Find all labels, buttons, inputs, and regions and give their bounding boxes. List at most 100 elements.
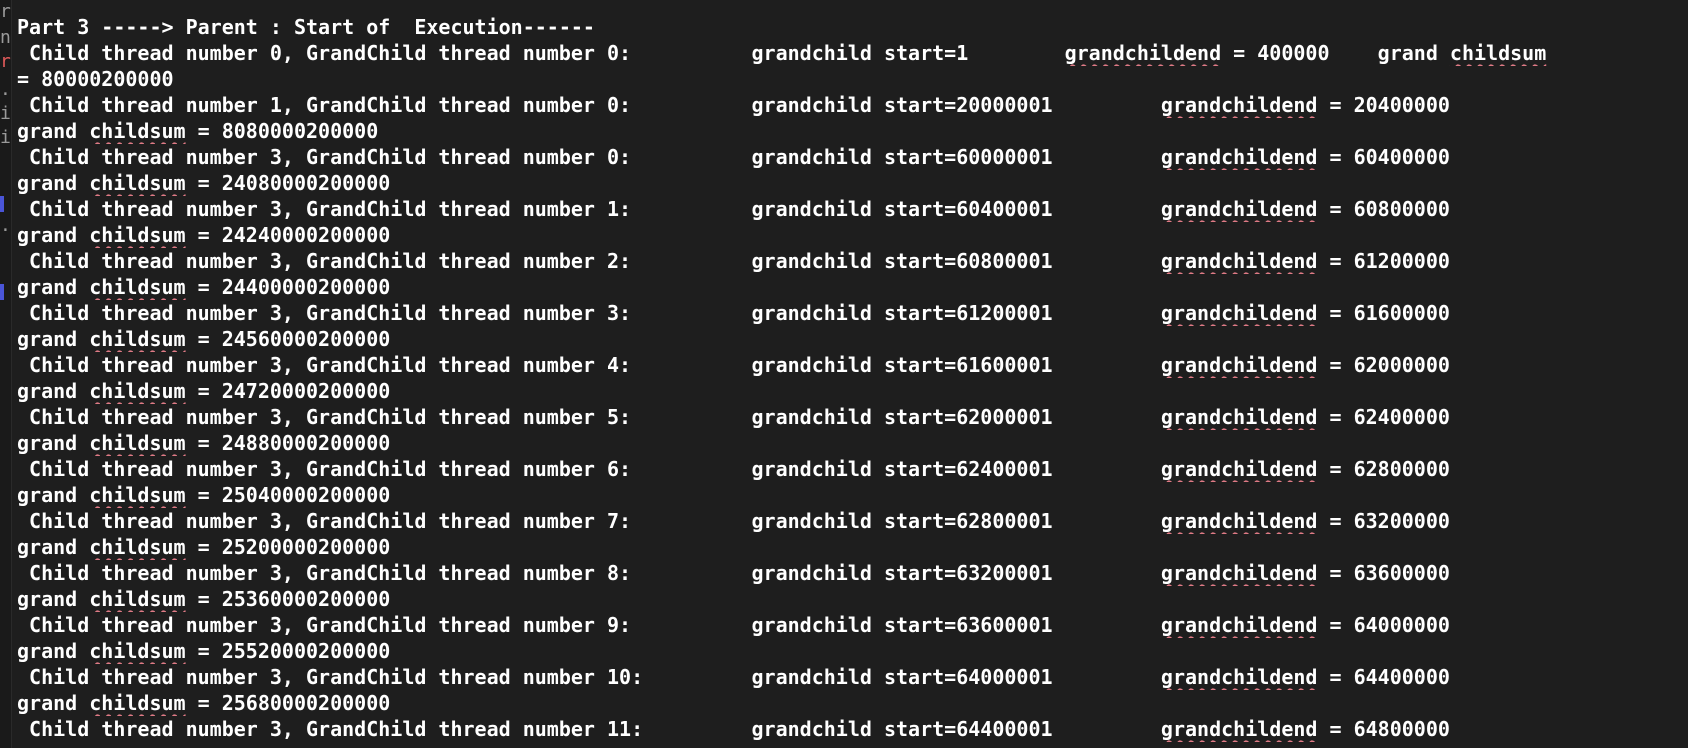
terminal-line: Child thread number 3, GrandChild thread… — [17, 404, 1682, 430]
terminal-line: Child thread number 3, GrandChild thread… — [17, 196, 1682, 222]
terminal-line: grand childsum = 25680000200000 — [17, 690, 1682, 716]
terminal-line: Child thread number 3, GrandChild thread… — [17, 664, 1682, 690]
gutter-glyph: i — [0, 104, 11, 124]
spellcheck-flagged-word: grandchildend — [1160, 197, 1318, 221]
terminal-text: Child thread number 3, GrandChild thread… — [17, 509, 1161, 533]
spellcheck-flagged-word: grandchildend — [1160, 249, 1318, 273]
terminal-line: Child thread number 3, GrandChild thread… — [17, 508, 1682, 534]
terminal-text: grand — [17, 431, 90, 455]
terminal-text: grand — [17, 223, 90, 247]
spellcheck-flagged-word: childsum — [89, 327, 186, 351]
terminal-line: Child thread number 3, GrandChild thread… — [17, 300, 1682, 326]
terminal-text: Child thread number 3, GrandChild thread… — [17, 665, 1161, 689]
terminal-text: = 24560000200000 — [185, 327, 391, 351]
terminal-line: grand childsum = 25520000200000 — [17, 638, 1682, 664]
terminal-text: Child thread number 3, GrandChild thread… — [17, 145, 1161, 169]
terminal-line: grand childsum = 24400000200000 — [17, 274, 1682, 300]
terminal-text: Child thread number 1, GrandChild thread… — [17, 93, 1161, 117]
spellcheck-flagged-word: grandchildend — [1160, 145, 1318, 169]
gutter-glyph: n — [0, 28, 11, 48]
terminal-text: grand — [17, 171, 90, 195]
terminal-text: = 20400000 — [1317, 93, 1450, 117]
terminal-text: grand — [17, 119, 90, 143]
spellcheck-flagged-word: grandchildend — [1064, 41, 1222, 65]
spellcheck-flagged-word: childsum — [1449, 41, 1547, 65]
terminal-text: = 25200000200000 — [185, 535, 391, 559]
gutter-change-marker — [0, 196, 4, 212]
terminal-line: grand childsum = 24560000200000 — [17, 326, 1682, 352]
terminal-line: grand childsum = 25200000200000 — [17, 534, 1682, 560]
terminal-text: = 24240000200000 — [185, 223, 391, 247]
terminal-line: Child thread number 3, GrandChild thread… — [17, 716, 1682, 742]
terminal-line: grand childsum = 24720000200000 — [17, 378, 1682, 404]
terminal-text: = 80000200000 — [17, 67, 174, 91]
terminal-text: = 62400000 — [1317, 405, 1450, 429]
spellcheck-flagged-word: childsum — [89, 431, 186, 455]
gutter-glyph: . — [0, 80, 11, 100]
gutter-glyph: . — [0, 216, 11, 236]
terminal-text: = 24400000200000 — [185, 275, 391, 299]
terminal-text: Child thread number 3, GrandChild thread… — [17, 457, 1161, 481]
terminal-line: grand childsum = 25360000200000 — [17, 586, 1682, 612]
spellcheck-flagged-word: childsum — [89, 171, 186, 195]
spellcheck-flagged-word: childsum — [89, 587, 186, 611]
terminal-line: Child thread number 3, GrandChild thread… — [17, 352, 1682, 378]
terminal-text: grand — [17, 691, 90, 715]
terminal-text: = 24080000200000 — [185, 171, 391, 195]
terminal-text: Child thread number 3, GrandChild thread… — [17, 353, 1161, 377]
spellcheck-flagged-word: childsum — [89, 119, 186, 143]
gutter-change-marker — [0, 284, 4, 300]
terminal-text: = 24720000200000 — [185, 379, 391, 403]
terminal-text: grand — [17, 379, 90, 403]
spellcheck-flagged-word: childsum — [89, 691, 186, 715]
terminal-line: Child thread number 3, GrandChild thread… — [17, 248, 1682, 274]
spellcheck-flagged-word: childsum — [89, 483, 186, 507]
spellcheck-flagged-word: grandchildend — [1160, 613, 1318, 637]
terminal-text: grand — [17, 587, 90, 611]
terminal-text: = 60400000 — [1317, 145, 1450, 169]
terminal-text: = 24880000200000 — [185, 431, 391, 455]
terminal-output[interactable]: Part 3 -----> Parent : Start of Executio… — [17, 14, 1682, 742]
terminal-text: = 62000000 — [1317, 353, 1450, 377]
spellcheck-flagged-word: childsum — [89, 639, 186, 663]
gutter-glyph: r — [0, 2, 11, 22]
terminal-window: r n r . i i . Part 3 -----> Parent : Sta… — [0, 0, 1688, 748]
terminal-text: = 25680000200000 — [185, 691, 391, 715]
terminal-text: grand — [17, 275, 90, 299]
spellcheck-flagged-word: childsum — [89, 223, 186, 247]
terminal-text: Child thread number 3, GrandChild thread… — [17, 249, 1161, 273]
terminal-text: = 64000000 — [1317, 613, 1450, 637]
terminal-text: Child thread number 3, GrandChild thread… — [17, 561, 1161, 585]
terminal-text: = 64800000 — [1317, 717, 1450, 741]
terminal-text: grand — [17, 639, 90, 663]
terminal-text: Child thread number 3, GrandChild thread… — [17, 613, 1161, 637]
spellcheck-flagged-word: grandchildend — [1160, 353, 1318, 377]
terminal-line: grand childsum = 24240000200000 — [17, 222, 1682, 248]
terminal-text: Child thread number 3, GrandChild thread… — [17, 197, 1161, 221]
terminal-line: Child thread number 3, GrandChild thread… — [17, 560, 1682, 586]
gutter-glyph: r — [0, 52, 11, 72]
terminal-text: = 61600000 — [1317, 301, 1450, 325]
spellcheck-flagged-word: grandchildend — [1160, 717, 1318, 741]
spellcheck-flagged-word: childsum — [89, 275, 186, 299]
terminal-line: = 80000200000 — [17, 66, 1682, 92]
terminal-text: Child thread number 3, GrandChild thread… — [17, 301, 1161, 325]
terminal-text: = 25040000200000 — [185, 483, 391, 507]
spellcheck-flagged-word: grandchildend — [1160, 301, 1318, 325]
spellcheck-flagged-word: childsum — [89, 535, 186, 559]
spellcheck-flagged-word: grandchildend — [1160, 665, 1318, 689]
terminal-text: = 25360000200000 — [185, 587, 391, 611]
terminal-text: = 8080000200000 — [185, 119, 379, 143]
terminal-text: Child thread number 3, GrandChild thread… — [17, 405, 1161, 429]
terminal-text: grand — [17, 483, 90, 507]
terminal-line: grand childsum = 24880000200000 — [17, 430, 1682, 456]
terminal-text: Child thread number 0, GrandChild thread… — [17, 41, 1065, 65]
editor-gutter: r n r . i i . — [0, 0, 12, 748]
terminal-line: Part 3 -----> Parent : Start of Executio… — [17, 14, 1682, 40]
spellcheck-flagged-word: grandchildend — [1160, 405, 1318, 429]
terminal-text: = 60800000 — [1317, 197, 1450, 221]
terminal-text: Child thread number 3, GrandChild thread… — [17, 717, 1161, 741]
spellcheck-flagged-word: childsum — [89, 379, 186, 403]
spellcheck-flagged-word: grandchildend — [1160, 561, 1318, 585]
terminal-text: grand — [17, 327, 90, 351]
